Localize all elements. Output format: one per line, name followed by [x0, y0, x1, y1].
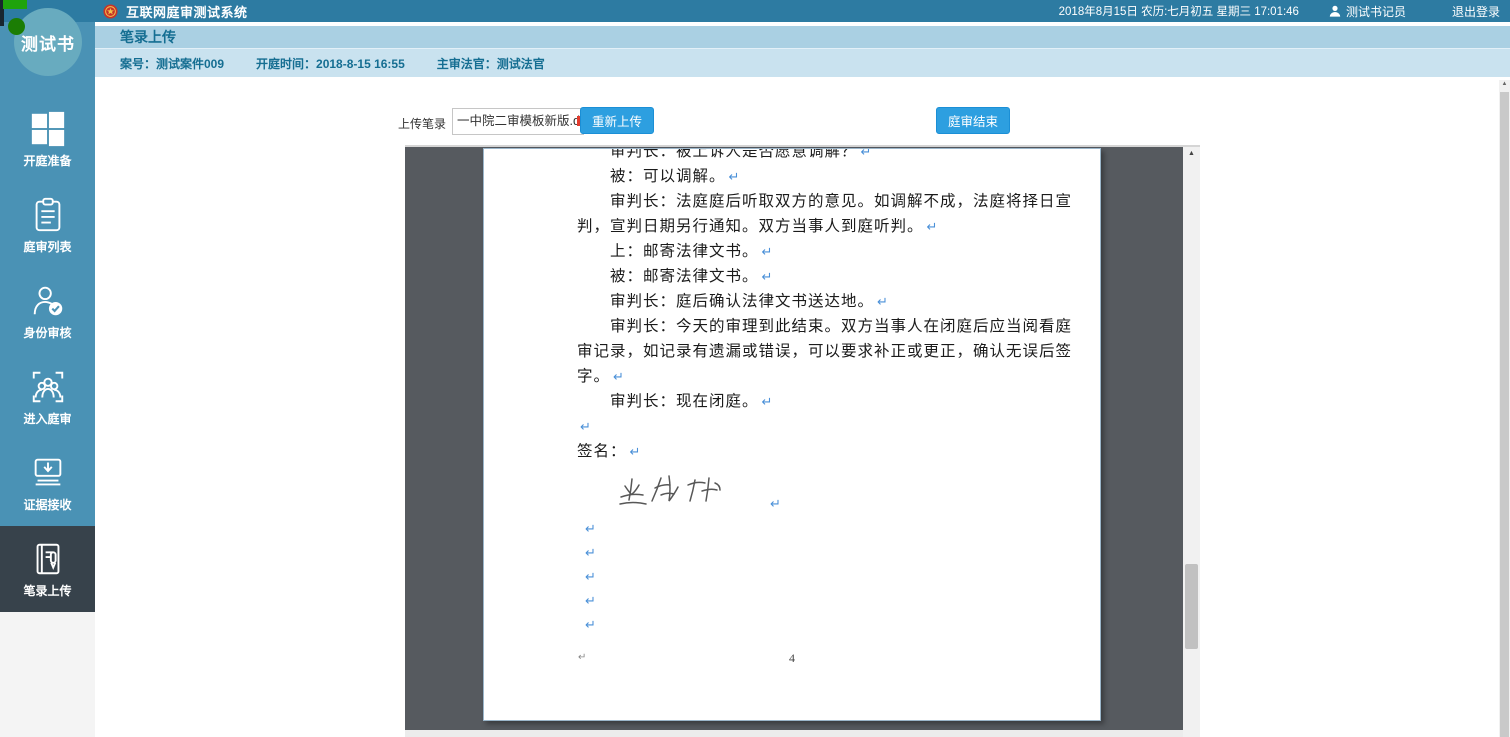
sidebar-item-label: 开庭准备 [23, 152, 71, 169]
app-title: 互联网庭审测试系统 [126, 2, 248, 21]
signature-row: ↵ [577, 465, 1058, 517]
doc-line: 审判长：今天的审理到此结束。双方当事人在闭庭后应当阅看庭 [577, 315, 1058, 340]
sidebar-item-label: 进入庭审 [23, 410, 71, 427]
document-page: 审判长：被上诉人是否愿意调解？↵ 被：可以调解。↵ 审判长：法庭庭后听取双方的意… [483, 148, 1101, 721]
scroll-up-arrow-icon[interactable]: ▲ [1499, 81, 1510, 87]
case-number: 案号：测试案件009 [120, 55, 224, 72]
reupload-button[interactable]: 重新上传 [580, 107, 654, 134]
people-court-icon [29, 368, 67, 406]
doc-line: 审判长：被上诉人是否愿意调解？↵ [577, 148, 1058, 165]
paragraph-mark: ↵ [630, 445, 641, 460]
transcript-file-input[interactable]: 一中院二审模板新版.doc [452, 108, 584, 135]
page-footer: ↵ 4 [484, 651, 1100, 666]
window-grid-icon [29, 110, 67, 148]
paragraph-mark: ↵ [729, 170, 740, 185]
doc-line: 被：可以调解。↵ [577, 165, 1058, 190]
doc-line: ↵ [577, 415, 1058, 440]
window-scrollbar-thumb[interactable] [1500, 92, 1509, 737]
page-title-bar: 笔录上传 [95, 26, 1510, 48]
clipboard-icon [29, 196, 67, 234]
paragraph-mark: ↵ [762, 245, 773, 260]
person-check-icon [29, 282, 67, 320]
empty-paragraph: ↵ [577, 565, 1058, 589]
empty-paragraph: ↵ [577, 541, 1058, 565]
sidebar-item-identity-check[interactable]: 身份审核 [0, 268, 95, 354]
paragraph-mark: ↵ [613, 370, 624, 385]
paragraph-mark: ↵ [585, 594, 596, 609]
top-bar: 互联网庭审测试系统 2018年8月15日 农历:七月初五 星期三 17:01:4… [0, 0, 1510, 22]
national-emblem-icon [103, 4, 118, 19]
page-title: 笔录上传 [120, 27, 176, 47]
upload-transcript-label: 上传笔录 [398, 115, 446, 132]
current-user[interactable]: 测试书记员 [1329, 3, 1406, 20]
signature-handwriting [617, 467, 757, 511]
notebook-pencil-icon [29, 540, 67, 578]
paragraph-mark: ↵ [762, 270, 773, 285]
paragraph-mark: ↵ [770, 493, 781, 517]
sidebar-item-label: 身份审核 [23, 324, 71, 341]
trial-end-button[interactable]: 庭审结束 [936, 107, 1010, 134]
empty-paragraph: ↵ [577, 613, 1058, 637]
doc-line: 审记录，如记录有遗漏或错误，可以要求补正或更正，确认无误后签 [577, 340, 1058, 365]
app-window: 互联网庭审测试系统 2018年8月15日 农历:七月初五 星期三 17:01:4… [0, 0, 1510, 737]
page-number: 4 [789, 651, 795, 665]
user-icon [1329, 5, 1341, 17]
footer-paragraph-mark: ↵ [578, 652, 586, 663]
empty-paragraph: ↵ [577, 517, 1058, 541]
sidebar: 开庭准备 庭审列表 身份审核 进入 [0, 22, 95, 737]
paragraph-mark: ↵ [585, 546, 596, 561]
sidebar-item-evidence-receive[interactable]: 证据接收 [0, 440, 95, 526]
document-hscroll-track[interactable] [405, 730, 1183, 737]
logout-button[interactable]: 退出登录 [1452, 3, 1500, 20]
document-content: 审判长：被上诉人是否愿意调解？↵ 被：可以调解。↵ 审判长：法庭庭后听取双方的意… [484, 148, 1100, 637]
paragraph-mark: ↵ [927, 220, 938, 235]
window-scrollbar[interactable]: ▲ [1499, 80, 1510, 737]
file-name-value: 一中院二审模板新版.doc [457, 114, 584, 128]
doc-line: 审判长：庭后确认法律文书送达地。↵ [577, 290, 1058, 315]
trial-start-time: 开庭时间：2018-8-15 16:55 [256, 55, 405, 72]
paragraph-mark: ↵ [580, 420, 591, 435]
online-status-dot [8, 18, 25, 35]
avatar[interactable]: 测试书 [14, 8, 82, 76]
sidebar-item-transcript-upload[interactable]: 笔录上传 [0, 526, 95, 612]
corner-status-bar [3, 0, 27, 9]
paragraph-mark: ↵ [585, 618, 596, 633]
doc-line: 被：邮寄法律文书。↵ [577, 265, 1058, 290]
user-name: 测试书记员 [1346, 3, 1406, 20]
sidebar-item-label: 笔录上传 [23, 582, 71, 599]
presiding-judge: 主审法官：测试法官 [437, 55, 545, 72]
doc-line: 审判长：现在闭庭。↵ [577, 390, 1058, 415]
doc-line: 判，宣判日期另行通知。双方当事人到庭听判。↵ [577, 215, 1058, 240]
paragraph-mark: ↵ [585, 570, 596, 585]
receive-download-icon [29, 454, 67, 492]
paragraph-mark: ↵ [861, 148, 872, 160]
paragraph-mark: ↵ [585, 522, 596, 537]
empty-paragraph: ↵ [577, 589, 1058, 613]
sidebar-item-label: 庭审列表 [23, 238, 71, 255]
paragraph-mark: ↵ [762, 395, 773, 410]
doc-line: 审判长：法庭庭后听取双方的意见。如调解不成，法庭将择日宣 [577, 190, 1058, 215]
document-viewer: 审判长：被上诉人是否愿意调解？↵ 被：可以调解。↵ 审判长：法庭庭后听取双方的意… [405, 145, 1200, 737]
datetime-text: 2018年8月15日 农历:七月初五 星期三 17:01:46 [1059, 3, 1299, 19]
doc-line: 字。↵ [577, 365, 1058, 390]
sidebar-item-court-prepare[interactable]: 开庭准备 [0, 96, 95, 182]
scroll-up-arrow-icon[interactable]: ▲ [1183, 150, 1200, 157]
avatar-label: 测试书 [21, 30, 75, 55]
paragraph-mark: ↵ [877, 295, 888, 310]
sidebar-item-trial-list[interactable]: 庭审列表 [0, 182, 95, 268]
doc-line-signature-label: 签名：↵ [577, 440, 1058, 465]
sidebar-item-label: 证据接收 [23, 496, 71, 513]
document-scrollbar-thumb[interactable] [1185, 564, 1198, 649]
sidebar-item-enter-trial[interactable]: 进入庭审 [0, 354, 95, 440]
doc-line: 上：邮寄法律文书。↵ [577, 240, 1058, 265]
document-scrollbar[interactable]: ▲ [1183, 147, 1200, 737]
case-info-bar: 案号：测试案件009 开庭时间：2018-8-15 16:55 主审法官：测试法… [95, 48, 1510, 77]
